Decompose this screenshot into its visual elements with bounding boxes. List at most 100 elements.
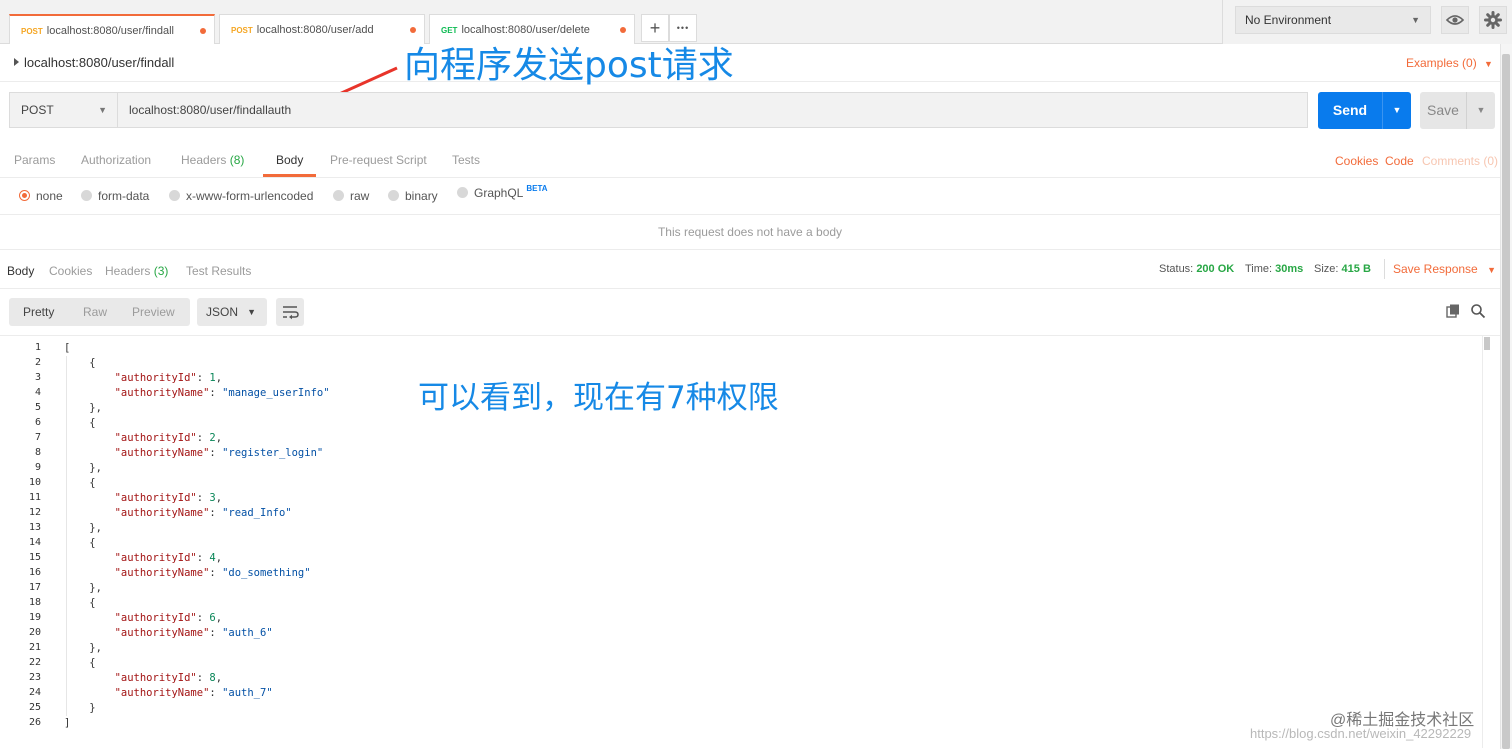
caret-down-icon[interactable]: ▼ bbox=[1383, 92, 1411, 129]
radio-urlencoded[interactable]: x-www-form-urlencoded bbox=[169, 189, 313, 203]
wrap-lines-button[interactable] bbox=[276, 298, 304, 326]
line-number: 12 bbox=[28, 507, 41, 518]
wrap-lines-icon bbox=[283, 306, 299, 320]
json-value: "manage_userInfo" bbox=[222, 387, 330, 399]
code-line: "authorityId": 3, bbox=[114, 492, 223, 504]
request-name[interactable]: localhost:8080/user/findall bbox=[24, 55, 174, 70]
json-value: "auth_6" bbox=[222, 627, 273, 639]
editor-scrollbar-thumb[interactable] bbox=[1484, 337, 1490, 350]
code-line: "authorityName": "auth_7" bbox=[114, 687, 273, 699]
radio-label: form-data bbox=[98, 189, 150, 203]
response-tab-cookies[interactable]: Cookies bbox=[49, 264, 92, 278]
watermark-url: https://blog.csdn.net/weixin_42292229 bbox=[1250, 726, 1472, 741]
code-line: { bbox=[64, 537, 96, 549]
comments-link[interactable]: Comments (0) bbox=[1422, 154, 1498, 168]
no-body-message: This request does not have a body bbox=[0, 214, 1500, 250]
code-line: }, bbox=[64, 642, 102, 654]
json-key: "authorityName" bbox=[114, 447, 210, 459]
line-number: 11 bbox=[28, 492, 41, 503]
response-tab-headers[interactable]: Headers (3) bbox=[105, 264, 168, 278]
code-line: "authorityName": "register_login" bbox=[114, 447, 324, 459]
line-number: 8 bbox=[34, 447, 41, 458]
search-icon[interactable] bbox=[1470, 303, 1486, 319]
radio-label: x-www-form-urlencoded bbox=[186, 189, 314, 203]
line-number: 20 bbox=[28, 627, 41, 638]
radio-circle-icon bbox=[388, 190, 399, 201]
code-line: "authorityId": 8, bbox=[114, 672, 223, 684]
radio-label: raw bbox=[350, 189, 370, 203]
save-label: Save bbox=[1427, 102, 1459, 118]
environment-select[interactable]: No Environment ▼ bbox=[1235, 6, 1431, 34]
language-select[interactable]: JSON ▼ bbox=[197, 298, 267, 326]
examples-dropdown[interactable]: Examples (0) ▼ bbox=[1406, 56, 1493, 70]
json-value: "read_Info" bbox=[222, 507, 292, 519]
code-line: }, bbox=[64, 522, 102, 534]
code-line: { bbox=[64, 357, 96, 369]
url-input[interactable]: localhost:8080/user/findallauth bbox=[117, 92, 1308, 128]
tab-params[interactable]: Params bbox=[14, 153, 55, 167]
cookies-link[interactable]: Cookies bbox=[1335, 154, 1378, 168]
tab-headers-label: Headers bbox=[181, 153, 227, 167]
radio-graphql[interactable]: GraphQL BETA bbox=[457, 184, 548, 200]
radio-binary[interactable]: binary bbox=[388, 189, 438, 203]
line-number: 26 bbox=[28, 717, 41, 728]
chevron-right-icon[interactable] bbox=[14, 58, 19, 66]
copy-icon[interactable] bbox=[1445, 303, 1461, 319]
radio-raw[interactable]: raw bbox=[333, 189, 369, 203]
window-scrollbar-thumb[interactable] bbox=[1502, 54, 1510, 749]
tab-prerequest-script[interactable]: Pre-request Script bbox=[330, 153, 427, 167]
editor-scrollbar[interactable] bbox=[1482, 336, 1492, 748]
request-title-row bbox=[0, 44, 1512, 82]
code-line: "authorityId": 2, bbox=[114, 432, 223, 444]
response-tab-test-results[interactable]: Test Results bbox=[186, 264, 251, 278]
line-number: 13 bbox=[28, 522, 41, 533]
code-line: } bbox=[64, 702, 96, 714]
caret-down-icon: ▼ bbox=[1484, 59, 1493, 69]
tab-headers[interactable]: Headers (8) bbox=[181, 153, 244, 167]
tab-authorization[interactable]: Authorization bbox=[81, 153, 151, 167]
environment-quick-look-button[interactable] bbox=[1441, 6, 1469, 34]
caret-down-icon[interactable]: ▼ bbox=[1467, 92, 1495, 129]
manage-environments-button[interactable] bbox=[1479, 6, 1507, 34]
code-link[interactable]: Code bbox=[1385, 154, 1414, 168]
json-key: "authorityName" bbox=[114, 627, 210, 639]
line-number: 18 bbox=[28, 597, 41, 608]
format-preview[interactable]: Preview bbox=[132, 298, 175, 326]
tab-body[interactable]: Body bbox=[276, 153, 303, 167]
code-line: "authorityId": 6, bbox=[114, 612, 223, 624]
save-button[interactable]: Save ▼ bbox=[1420, 92, 1495, 129]
tab-url: localhost:8080/user/findall bbox=[46, 25, 174, 37]
tab-tests[interactable]: Tests bbox=[452, 153, 480, 167]
response-tab-body[interactable]: Body bbox=[7, 264, 34, 278]
response-time: Time: 30ms bbox=[1245, 263, 1303, 275]
size-value: 415 B bbox=[1341, 263, 1371, 275]
send-button[interactable]: Send ▼ bbox=[1318, 92, 1411, 129]
code-line: "authorityId": 4, bbox=[114, 552, 223, 564]
divider bbox=[0, 177, 1500, 178]
tab-url: localhost:8080/user/add bbox=[256, 24, 374, 36]
save-response-button[interactable]: Save Response ▼ bbox=[1393, 262, 1496, 276]
code-line: { bbox=[64, 597, 96, 609]
code-line: ] bbox=[64, 717, 71, 729]
request-tab-add[interactable]: POST localhost:8080/user/add bbox=[219, 14, 425, 44]
request-tab-findall[interactable]: POST localhost:8080/user/findall bbox=[9, 14, 215, 44]
caret-down-icon: ▼ bbox=[1487, 265, 1496, 275]
line-number: 3 bbox=[34, 372, 41, 383]
line-number: 16 bbox=[28, 567, 41, 578]
status-value: 200 OK bbox=[1196, 263, 1235, 275]
format-raw[interactable]: Raw bbox=[83, 298, 107, 326]
method-select[interactable]: POST ▼ bbox=[9, 92, 118, 128]
caret-down-icon: ▼ bbox=[98, 105, 107, 115]
code-line: "authorityName": "auth_6" bbox=[114, 627, 273, 639]
radio-form-data[interactable]: form-data bbox=[81, 189, 149, 203]
unsaved-dot-icon bbox=[200, 28, 206, 34]
time-label: Time: bbox=[1245, 263, 1273, 275]
json-value: 2 bbox=[209, 432, 216, 444]
code-line: "authorityId": 1, bbox=[114, 372, 223, 384]
code-line: { bbox=[64, 417, 96, 429]
json-value: "register_login" bbox=[222, 447, 324, 459]
radio-label: binary bbox=[405, 189, 438, 203]
format-pretty[interactable]: Pretty bbox=[23, 298, 54, 326]
radio-none[interactable]: none bbox=[19, 189, 63, 203]
divider bbox=[0, 288, 1500, 289]
